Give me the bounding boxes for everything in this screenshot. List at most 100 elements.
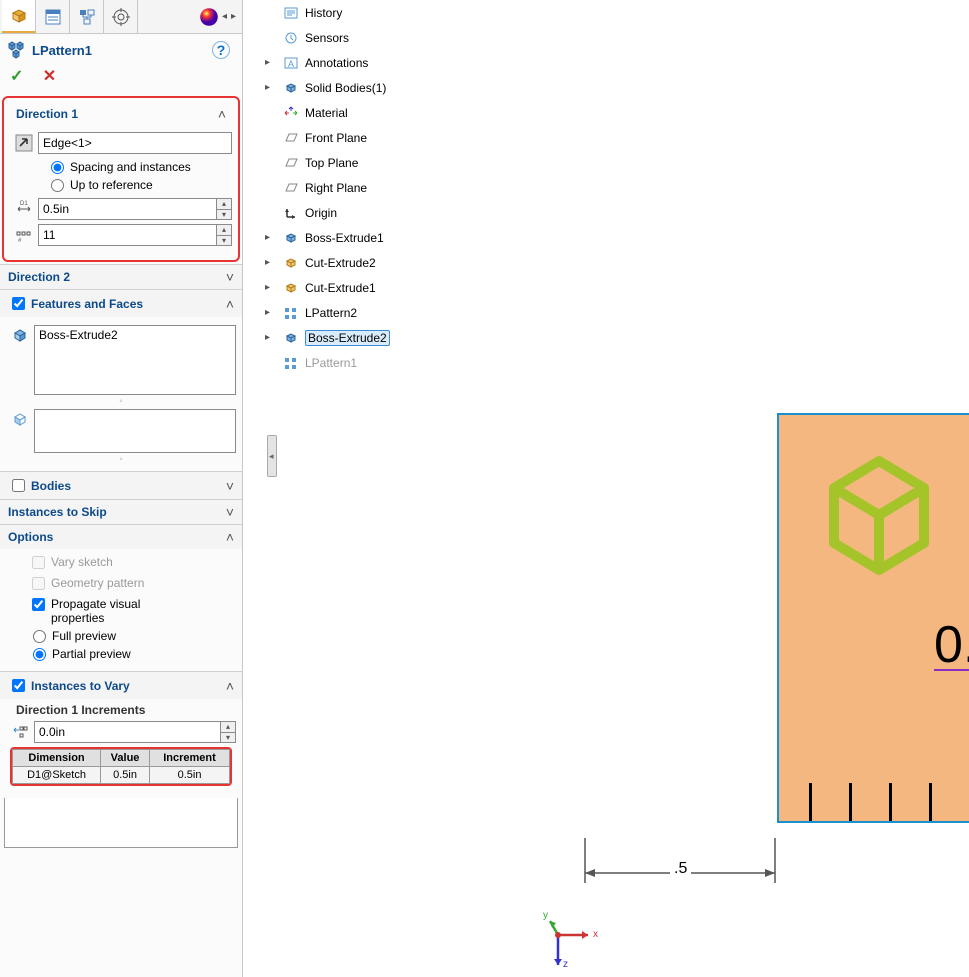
- tab-configuration-manager[interactable]: [70, 0, 104, 33]
- tree-item-boss-extrude2[interactable]: ▸Boss-Extrude2: [283, 325, 523, 350]
- direction1-count-input[interactable]: [38, 224, 217, 246]
- cancel-button[interactable]: ✕: [43, 68, 56, 85]
- increment-value-input[interactable]: [34, 721, 221, 743]
- config-tree-icon: [77, 7, 97, 27]
- table-empty-area: [4, 798, 238, 848]
- tree-item-label: Annotations: [305, 56, 368, 70]
- tree-item-history[interactable]: History: [283, 0, 523, 25]
- tree-item-label: Cut-Extrude1: [305, 281, 376, 295]
- collapse-icon: ˄: [226, 529, 234, 545]
- spacing-instances-label: Spacing and instances: [70, 160, 191, 174]
- property-manager-panel: ◂ ▸ LPattern1 ? ✓ ✕ Direction 1 ˄ Spacin…: [0, 0, 243, 977]
- table-row[interactable]: D1@Sketch 0.5in 0.5in: [13, 767, 230, 784]
- tab-overflow-right-arrow[interactable]: ▸: [229, 11, 238, 22]
- bodies-checkbox[interactable]: [12, 479, 25, 492]
- direction1-spacing-input[interactable]: [38, 198, 217, 220]
- tree-expand-icon[interactable]: ▸: [265, 307, 270, 318]
- direction1-edge-input[interactable]: [38, 132, 232, 154]
- tree-item-sensors[interactable]: Sensors: [283, 25, 523, 50]
- tree-item-right-plane[interactable]: Right Plane: [283, 175, 523, 200]
- list-resize-handle[interactable]: ◦: [6, 399, 236, 405]
- tree-item-boss-extrude1[interactable]: ▸Boss-Extrude1: [283, 225, 523, 250]
- face-cube-icon: [11, 411, 29, 429]
- tab-dimxpert[interactable]: [104, 0, 138, 33]
- table-header-dimension[interactable]: Dimension: [13, 750, 101, 767]
- table-cell-dimension[interactable]: D1@Sketch: [13, 767, 101, 784]
- tree-item-front-plane[interactable]: Front Plane: [283, 125, 523, 150]
- tree-expand-icon[interactable]: ▸: [265, 57, 270, 68]
- instances-skip-header-row[interactable]: Instances to Skip ˅: [0, 500, 242, 524]
- count-spinner[interactable]: ▴▾: [216, 224, 232, 246]
- options-header-row[interactable]: Options ˄: [0, 525, 242, 549]
- tab-overflow-left-arrow[interactable]: ◂: [220, 11, 229, 22]
- tree-item-material-not-specifi-[interactable]: Material: [283, 100, 523, 125]
- tree-expand-icon[interactable]: ▸: [265, 82, 270, 93]
- vary-dimension-table[interactable]: Dimension Value Increment D1@Sketch 0.5i…: [12, 749, 230, 784]
- plane-icon: [283, 155, 299, 171]
- features-list-item: Boss-Extrude2: [39, 328, 118, 342]
- collapse-icon: ˄: [226, 296, 234, 312]
- tree-item-cut-extrude2[interactable]: ▸Cut-Extrude2: [283, 250, 523, 275]
- table-header-increment[interactable]: Increment: [150, 750, 230, 767]
- up-to-reference-radio[interactable]: [51, 179, 64, 192]
- increment-spinner[interactable]: ▴▾: [220, 721, 236, 743]
- plane-icon: [283, 130, 299, 146]
- tab-property-manager[interactable]: [36, 0, 70, 33]
- full-preview-label: Full preview: [52, 629, 116, 643]
- propagate-visual-label: Propagate visual properties: [51, 597, 191, 625]
- origin-icon: [283, 205, 299, 221]
- tree-expand-icon[interactable]: ▸: [265, 257, 270, 268]
- feature-title-row: LPattern1 ?: [0, 34, 242, 64]
- up-to-reference-label: Up to reference: [70, 178, 153, 192]
- instances-vary-checkbox[interactable]: [12, 679, 25, 692]
- full-preview-radio[interactable]: [33, 630, 46, 643]
- features-faces-header-row[interactable]: Features and Faces ˄: [0, 290, 242, 317]
- direction1-header[interactable]: Direction 1: [16, 107, 218, 121]
- graphics-viewport[interactable]: HistorySensors▸AAnnotations▸Solid Bodies…: [243, 0, 969, 977]
- bodies-header: Bodies: [31, 479, 71, 493]
- tree-item-solid-bodies-1-[interactable]: ▸Solid Bodies(1): [283, 75, 523, 100]
- instances-vary-header-row[interactable]: Instances to Vary ˄: [0, 672, 242, 699]
- tree-item-top-plane[interactable]: Top Plane: [283, 150, 523, 175]
- partial-preview-radio[interactable]: [33, 648, 46, 661]
- ok-accept-button[interactable]: ✓: [10, 68, 23, 85]
- tree-expand-icon[interactable]: ▸: [265, 282, 270, 293]
- tree-item-lpattern1[interactable]: LPattern1: [283, 350, 523, 375]
- features-to-pattern-list[interactable]: Boss-Extrude2: [34, 325, 236, 395]
- table-header-value[interactable]: Value: [101, 750, 150, 767]
- list-resize-handle[interactable]: ◦: [6, 457, 236, 463]
- tree-item-annotations[interactable]: ▸AAnnotations: [283, 50, 523, 75]
- direction2-header-row[interactable]: Direction 2 ˅: [0, 265, 242, 289]
- linear-pattern-icon: [6, 40, 26, 60]
- collapse-icon[interactable]: ˄: [218, 106, 226, 122]
- panel-splitter-handle[interactable]: [267, 435, 277, 477]
- features-faces-checkbox[interactable]: [12, 297, 25, 310]
- tree-item-lpattern2[interactable]: ▸LPattern2: [283, 300, 523, 325]
- reverse-direction-icon[interactable]: [15, 134, 33, 152]
- drawing-dimension[interactable]: .5: [575, 838, 785, 901]
- tree-item-cut-extrude1[interactable]: ▸Cut-Extrude1: [283, 275, 523, 300]
- tree-item-label: Boss-Extrude1: [305, 231, 384, 245]
- faces-to-pattern-list[interactable]: [34, 409, 236, 453]
- tab-feature-manager[interactable]: [2, 0, 36, 33]
- model-preview-part[interactable]: goe 0.5 0.5: [777, 413, 969, 823]
- tree-item-label: Top Plane: [305, 156, 358, 170]
- tree-item-origin[interactable]: Origin: [283, 200, 523, 225]
- dimension-display-05-black[interactable]: 0.5: [934, 615, 969, 675]
- tree-item-label: LPattern2: [305, 306, 357, 320]
- help-button[interactable]: ?: [212, 41, 230, 59]
- tree-expand-icon[interactable]: ▸: [265, 232, 270, 243]
- spacing-instances-radio[interactable]: [51, 161, 64, 174]
- plane-icon: [283, 180, 299, 196]
- direction2-header: Direction 2: [8, 270, 226, 284]
- bodies-header-row[interactable]: Bodies ˅: [0, 472, 242, 499]
- orientation-triad[interactable]: x y z: [543, 905, 613, 975]
- tree-expand-icon[interactable]: ▸: [265, 332, 270, 343]
- spacing-spinner[interactable]: ▴▾: [216, 198, 232, 220]
- tree-item-label: LPattern1: [305, 356, 357, 370]
- table-cell-increment[interactable]: 0.5in: [150, 767, 230, 784]
- solidbody-icon: [283, 80, 299, 96]
- table-cell-value[interactable]: 0.5in: [101, 767, 150, 784]
- propagate-visual-checkbox[interactable]: [32, 598, 45, 611]
- appearance-ball-icon[interactable]: [198, 6, 220, 28]
